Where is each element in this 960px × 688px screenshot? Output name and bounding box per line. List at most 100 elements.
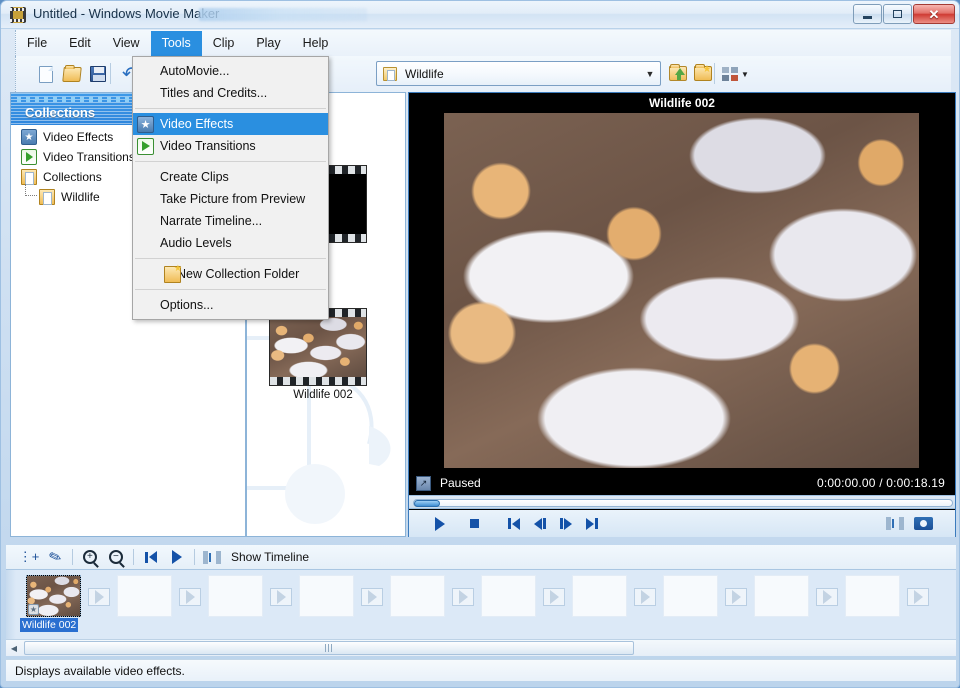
- storyboard-transition-2[interactable]: [179, 588, 201, 606]
- previous-frame-button[interactable]: [527, 513, 553, 535]
- menu-item-label: Video Transitions: [160, 139, 256, 153]
- close-button[interactable]: ✕: [913, 4, 955, 24]
- storyboard-transition-6[interactable]: [543, 588, 565, 606]
- stop-icon: [469, 519, 479, 528]
- tree-item-label: Wildlife: [61, 190, 100, 204]
- up-one-level-icon[interactable]: [666, 62, 689, 85]
- storyboard-clip-5[interactable]: [390, 575, 445, 617]
- storyboard-transition-7[interactable]: [634, 588, 656, 606]
- storyboard-transition-1[interactable]: [88, 588, 110, 606]
- save-project-icon[interactable]: [86, 62, 110, 86]
- playback-status: Paused: [440, 476, 481, 490]
- take-picture-button[interactable]: [909, 513, 937, 535]
- storyboard-clip-1[interactable]: ★: [26, 575, 81, 617]
- set-narration-button[interactable]: ⋮+: [16, 546, 42, 568]
- storyboard-clip-3[interactable]: [208, 575, 263, 617]
- storyboard-strip[interactable]: ★ Wildlife 002: [6, 569, 956, 639]
- clip-thumbnail: [270, 317, 366, 379]
- next-clip-button[interactable]: [579, 513, 605, 535]
- seek-track[interactable]: [413, 499, 953, 507]
- scroll-left-button[interactable]: ◀: [6, 641, 22, 656]
- menu-help[interactable]: Help: [292, 31, 340, 56]
- set-audio-levels-button[interactable]: ✎: [42, 546, 68, 568]
- menu-tools[interactable]: Tools: [150, 30, 202, 56]
- menu-item-create-clips[interactable]: Create Clips: [133, 166, 328, 188]
- storyboard-clip-7[interactable]: [572, 575, 627, 617]
- storyboard-transition-10[interactable]: [907, 588, 929, 606]
- monitor-title: Wildlife 002: [649, 96, 715, 110]
- star-effects-icon: ★: [137, 115, 154, 133]
- stop-button[interactable]: [461, 513, 487, 535]
- storyboard-clip-9[interactable]: [754, 575, 809, 617]
- toolbar-separator: [194, 549, 195, 565]
- split-clip-button[interactable]: [881, 513, 909, 535]
- menu-file[interactable]: File: [16, 31, 58, 56]
- scrollbar-grip: [324, 644, 334, 652]
- tree-item-label: Video Effects: [43, 130, 114, 144]
- menu-item-new-collection-folder[interactable]: New Collection Folder: [133, 263, 328, 285]
- chevron-down-icon[interactable]: ▼: [640, 62, 660, 85]
- video-preview[interactable]: [444, 113, 919, 468]
- seek-thumb[interactable]: [414, 500, 440, 507]
- menu-item-automovie[interactable]: AutoMovie...: [133, 60, 328, 82]
- storyboard-transition-4[interactable]: [361, 588, 383, 606]
- storyboard-transition-9[interactable]: [816, 588, 838, 606]
- storyboard-clip-label: Wildlife 002: [20, 618, 79, 632]
- monitor-status-row: ↗ Paused 0:00:00.00 / 0:00:18.19: [409, 471, 955, 495]
- chevron-down-icon: ▼: [741, 69, 749, 79]
- transitions-icon: [21, 149, 37, 165]
- menu-item-video-transitions[interactable]: Video Transitions: [133, 135, 328, 157]
- minimize-button[interactable]: [853, 4, 882, 24]
- storyboard-clip-10[interactable]: [845, 575, 900, 617]
- new-collection-folder-icon[interactable]: ★: [691, 62, 714, 85]
- playback-time: 0:00:00.00 / 0:00:18.19: [816, 476, 945, 490]
- storyboard-toolbar: ⋮+ ✎ + − Show Timeline: [6, 545, 956, 569]
- play-storyboard-button[interactable]: [164, 546, 190, 568]
- storyboard-transition-8[interactable]: [725, 588, 747, 606]
- effect-applied-icon: ★: [28, 604, 39, 615]
- menu-item-options[interactable]: Options...: [133, 294, 328, 316]
- zoom-in-button[interactable]: +: [77, 546, 103, 568]
- storyboard-transition-3[interactable]: [270, 588, 292, 606]
- tools-dropdown-menu[interactable]: AutoMovie... Titles and Credits... ★ Vid…: [132, 56, 329, 320]
- menu-view[interactable]: View: [102, 31, 151, 56]
- menu-edit[interactable]: Edit: [58, 31, 102, 56]
- new-project-icon[interactable]: [34, 62, 58, 86]
- next-frame-button[interactable]: [553, 513, 579, 535]
- view-toggle-label[interactable]: Show Timeline: [231, 550, 309, 564]
- menu-item-narrate-timeline[interactable]: Narrate Timeline...: [133, 210, 328, 232]
- clip-tile-wildlife-002[interactable]: Wildlife 002: [269, 308, 377, 401]
- storyboard-grip: [6, 570, 16, 639]
- storyboard-clip-4[interactable]: [299, 575, 354, 617]
- storyboard-clip-2[interactable]: [117, 575, 172, 617]
- menu-play[interactable]: Play: [245, 31, 291, 56]
- menu-item-titles-and-credits[interactable]: Titles and Credits...: [133, 82, 328, 104]
- views-dropdown[interactable]: ▼: [722, 63, 752, 85]
- storyboard-scrollbar[interactable]: ◀: [6, 639, 956, 656]
- menu-clip[interactable]: Clip: [202, 31, 246, 56]
- audio-levels-icon: ✎: [46, 547, 64, 568]
- rewind-storyboard-button[interactable]: [138, 546, 164, 568]
- view-toggle-button[interactable]: [199, 546, 225, 568]
- previous-clip-button[interactable]: [501, 513, 527, 535]
- fullscreen-icon[interactable]: ↗: [416, 475, 431, 491]
- storyboard-transition-5[interactable]: [452, 588, 474, 606]
- open-project-icon[interactable]: [60, 62, 84, 86]
- close-icon: ✕: [928, 6, 940, 22]
- menu-item-take-picture-from-preview[interactable]: Take Picture from Preview: [133, 188, 328, 210]
- play-button[interactable]: [427, 513, 453, 535]
- menu-item-video-effects[interactable]: ★ Video Effects: [133, 113, 328, 135]
- tree-connector: [25, 184, 37, 196]
- folder-icon: [21, 169, 37, 185]
- camera-icon: [913, 517, 933, 530]
- seek-bar[interactable]: [409, 495, 955, 509]
- status-bar: Displays available video effects.: [6, 659, 956, 681]
- maximize-button[interactable]: [883, 4, 912, 24]
- zoom-out-button[interactable]: −: [103, 546, 129, 568]
- storyboard-clip-8[interactable]: [663, 575, 718, 617]
- collection-combobox[interactable]: Wildlife ▼: [376, 61, 661, 86]
- menu-item-audio-levels[interactable]: Audio Levels: [133, 232, 328, 254]
- transport-controls: [409, 510, 955, 537]
- scrollbar-thumb[interactable]: [24, 641, 634, 655]
- storyboard-clip-6[interactable]: [481, 575, 536, 617]
